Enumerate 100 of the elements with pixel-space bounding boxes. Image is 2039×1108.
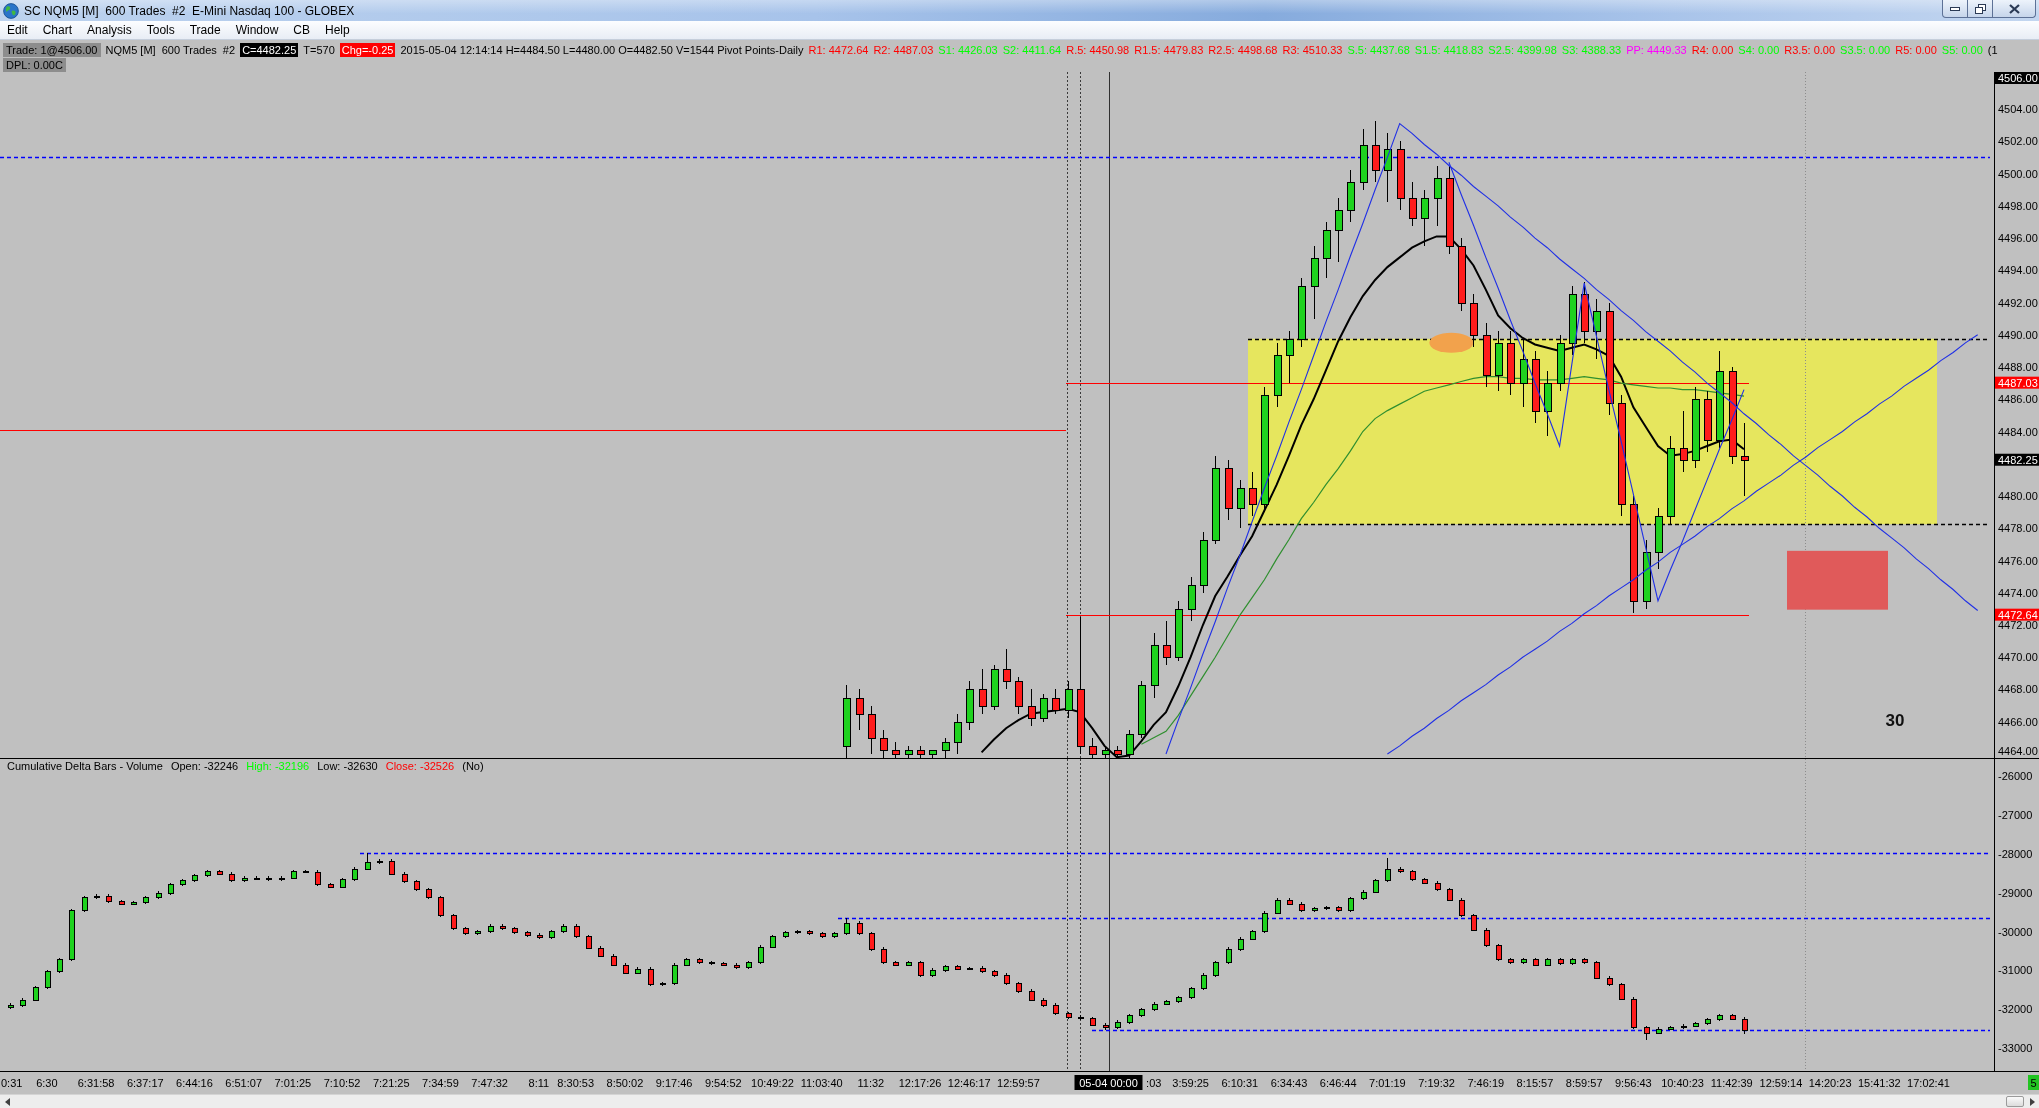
time-axis-label: 6:46:44 xyxy=(1319,1077,1357,1089)
pivot-value: R5: 0.00 xyxy=(1895,43,1937,57)
pivot-value: S1.5: 4418.83 xyxy=(1414,43,1484,57)
time-axis-label: 10:40:23 xyxy=(1661,1077,1704,1089)
time-axis-label: 7:01:25 xyxy=(274,1077,312,1089)
axis-label: 4464.00 xyxy=(1998,745,2038,757)
pivot-value: S3.5: 0.00 xyxy=(1840,43,1891,57)
axis-label: 4472.00 xyxy=(1998,619,2038,631)
pivot-value: R3: 4510.33 xyxy=(1282,43,1343,57)
pivot-value: R2.5: 4498.68 xyxy=(1208,43,1278,57)
time-axis-label: 7:10:52 xyxy=(323,1077,361,1089)
pivot-value: R2: 4487.03 xyxy=(873,43,934,57)
info-text: (1 xyxy=(1987,43,1998,57)
time-axis-label: 7:34:59 xyxy=(422,1077,459,1089)
time-axis-label: 7:01:19 xyxy=(1369,1077,1406,1089)
axis-label: 4468.00 xyxy=(1998,683,2038,696)
axis-label: 4490.00 xyxy=(1998,328,2038,341)
info-text: NQM5 [M] 600 Trades #2 xyxy=(105,43,236,57)
axis-label: 4502.00 xyxy=(1998,135,2038,148)
pivot-value: R4: 0.00 xyxy=(1691,43,1734,57)
time-axis-label: 8:59:57 xyxy=(1565,1077,1603,1089)
axis-label: -32000 xyxy=(1998,1003,2033,1016)
study-value: Low: -32630 xyxy=(317,760,378,773)
info-text: 2015-05-04 12:14:14 H=4484.50 L=4480.00 O=4482.50 V=1544 Pivot Points-Daily xyxy=(400,43,804,57)
time-axis-label: 6:51:07 xyxy=(225,1077,262,1089)
info-tag: DPL: 0.00C xyxy=(3,58,66,72)
price-tag: 4506.00 xyxy=(1995,72,2039,84)
info-tag: Trade: 1@4506.00 xyxy=(3,43,101,57)
axis-label: 4496.00 xyxy=(1998,232,2038,245)
time-axis-label: 12:46:17 xyxy=(947,1077,991,1089)
time-axis-label: 6:34:43 xyxy=(1270,1077,1308,1089)
axis-label: -29000 xyxy=(1998,886,2033,899)
time-axis-label: 12:17:26 xyxy=(898,1077,942,1089)
time-axis-label: 11:03:40 xyxy=(800,1077,843,1089)
axis-label: 4484.00 xyxy=(1998,425,2038,438)
cursor-time-label: 05-04 00:00 xyxy=(1074,1075,1143,1090)
time-axis-label: 15:41:32 xyxy=(1857,1077,1901,1089)
axis-label: 4504.00 xyxy=(1998,103,2038,116)
axis-label: 4494.00 xyxy=(1998,264,2038,277)
time-axis-label: 6:37:17 xyxy=(126,1077,164,1089)
info-tag: C=4482.25 xyxy=(240,43,299,57)
time-axis-label: 11:42:39 xyxy=(1710,1077,1753,1089)
time-axis-label: 0:31 xyxy=(1,1077,23,1089)
pivot-value: S2.5: 4399.98 xyxy=(1488,43,1557,57)
time-axis-label: 11:32 xyxy=(857,1077,885,1089)
time-axis-label: 12:59:57 xyxy=(997,1077,1040,1089)
time-axis-label: 17:02:41 xyxy=(1907,1077,1950,1089)
info-text: T=570 xyxy=(303,43,335,57)
time-axis-label: 9:56:43 xyxy=(1615,1077,1652,1089)
axis-label: -28000 xyxy=(1998,847,2033,860)
pivot-value: S2: 4411.64 xyxy=(1002,43,1062,57)
axis-label: 4486.00 xyxy=(1998,393,2038,406)
pivot-value: R3.5: 0.00 xyxy=(1784,43,1836,57)
time-axis-label: 3:59:25 xyxy=(1172,1077,1209,1089)
pivot-value: R1.5: 4479.83 xyxy=(1134,43,1204,57)
study-value: Open: -32246 xyxy=(170,760,239,773)
pivot-value: PP: 4449.33 xyxy=(1626,43,1687,57)
time-axis-label: 7:47:32 xyxy=(471,1077,508,1089)
axis-label: 4466.00 xyxy=(1998,715,2038,728)
axis-label: -33000 xyxy=(1998,1042,2033,1055)
time-axis-label: 9:17:46 xyxy=(655,1077,693,1089)
time-axis-label: 7:46:19 xyxy=(1467,1077,1505,1089)
status-badge: 5 xyxy=(2028,1075,2039,1090)
info-tag: Chg=-0.25 xyxy=(339,43,396,57)
time-axis-label: 6:44:16 xyxy=(176,1077,213,1089)
window-title: SC NQM5 [M] 600 Trades #2 E-Mini Nasdaq 100 - GLOBEX xyxy=(24,3,356,18)
time-axis-label: 6:31:58 xyxy=(77,1077,115,1089)
study-value: Close: -32526 xyxy=(385,760,455,773)
time-axis-label: 8:11 xyxy=(528,1077,550,1089)
time-axis-label: 7:19:32 xyxy=(1418,1077,1455,1089)
axis-label: 4474.00 xyxy=(1998,586,2038,599)
axis-label: 4500.00 xyxy=(1998,167,2038,180)
time-axis-label: 8:30:53 xyxy=(557,1077,595,1089)
axis-label: 4470.00 xyxy=(1998,651,2038,664)
pivot-value: S.5: 4437.68 xyxy=(1347,43,1410,57)
study-value: High: -32196 xyxy=(246,760,310,773)
axis-label: -26000 xyxy=(1998,770,2033,783)
axis-label: -31000 xyxy=(1998,964,2033,977)
time-axis-label: 9:54:52 xyxy=(704,1077,742,1089)
time-axis-label: 12:59:14 xyxy=(1759,1077,1803,1089)
pivot-value: S4: 0.00 xyxy=(1738,43,1780,57)
axis-label: 4488.00 xyxy=(1998,361,2038,374)
pivot-value: S1: 4426.03 xyxy=(938,43,998,57)
axis-label: -27000 xyxy=(1998,808,2033,821)
study-note: (No) xyxy=(462,760,484,773)
time-axis-label: 8:50:02 xyxy=(606,1077,644,1089)
time-axis-label: 7:21:25 xyxy=(372,1077,410,1089)
time-axis-label: :03 xyxy=(1146,1077,1162,1089)
axis-label: 4480.00 xyxy=(1998,490,2038,502)
annotation-text: 30 xyxy=(1885,710,1905,730)
axis-label: 4476.00 xyxy=(1998,554,2038,567)
axis-label: 4498.00 xyxy=(1998,199,2038,212)
time-axis-label: 14:20:23 xyxy=(1808,1077,1852,1089)
time-axis-label: 10:49:22 xyxy=(751,1077,794,1089)
axis-label: 4478.00 xyxy=(1998,522,2038,535)
pivot-value: R1: 4472.64 xyxy=(808,43,869,57)
time-axis-label: 8:15:57 xyxy=(1516,1077,1554,1089)
axis-label: -30000 xyxy=(1998,925,2033,938)
pivot-value: R.5: 4450.98 xyxy=(1066,43,1130,57)
time-axis-label: 6:10:31 xyxy=(1221,1077,1259,1089)
